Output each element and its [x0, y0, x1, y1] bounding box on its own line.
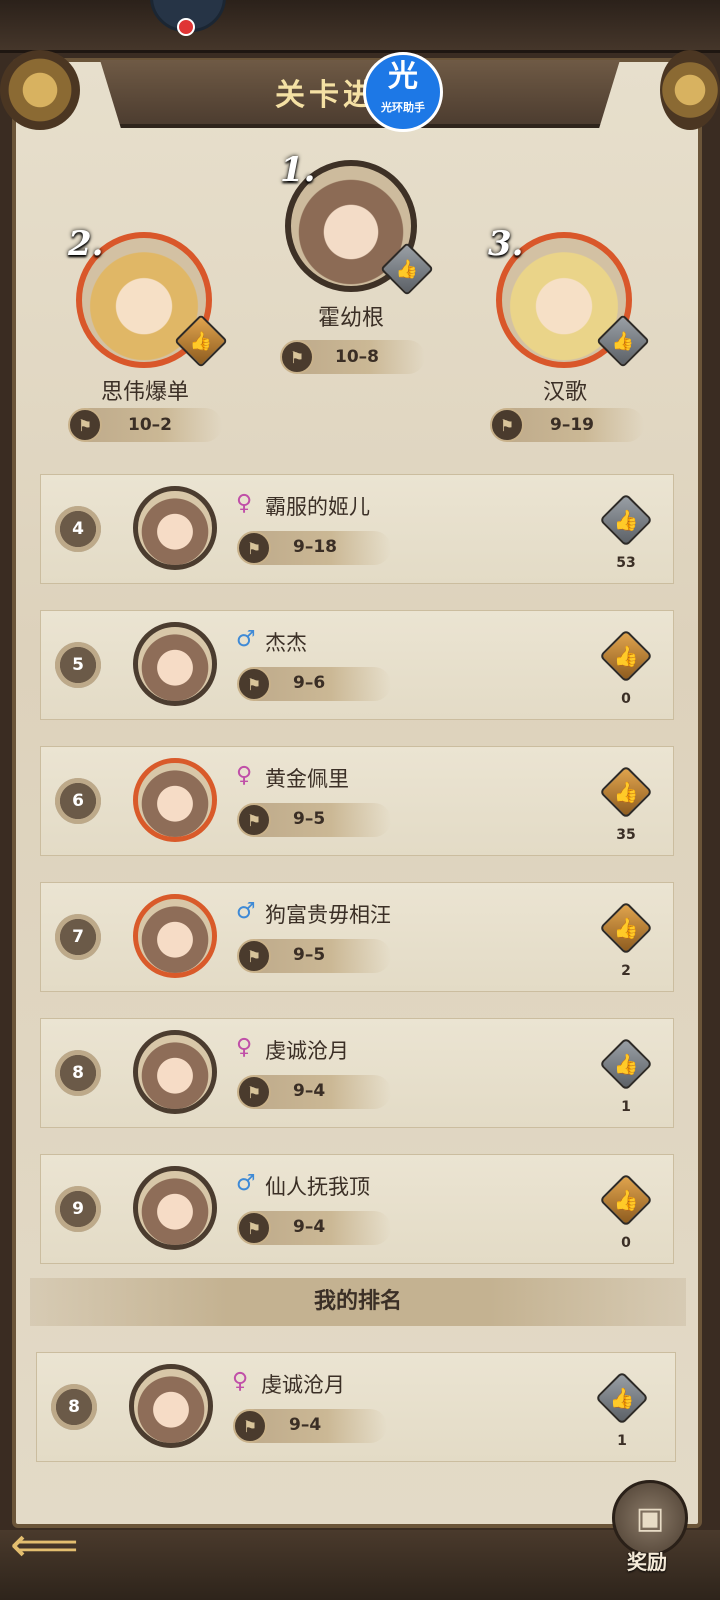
player-name: 虔诚沧月	[261, 1373, 345, 1397]
rank-badge: 8	[51, 1384, 97, 1430]
corner-ornament-right-icon	[660, 50, 720, 130]
gender-male-icon: ♂	[236, 1171, 256, 1196]
like-button[interactable]: 👍	[599, 765, 653, 819]
thumbs-up-icon: 👍	[609, 1386, 635, 1410]
avatar[interactable]	[133, 894, 217, 978]
table-row[interactable]: 7 ♂ 狗富贵毋相汪 ⚑ 9–5 👍 2	[40, 882, 674, 992]
like-count: 35	[616, 827, 636, 843]
table-row[interactable]: 8 ♀ 虔诚沧月 ⚑ 9–4 👍 1	[40, 1018, 674, 1128]
corner-ornament-left-icon	[0, 50, 80, 130]
watermark-big: 光	[388, 59, 418, 94]
thumbs-up-icon: 👍	[613, 780, 639, 804]
table-row[interactable]: 5 ♂ 杰杰 ⚑ 9–6 👍 0	[40, 610, 674, 720]
gender-female-icon: ♀	[236, 763, 253, 788]
flag-icon: ⚑	[68, 408, 102, 442]
player-name: 霸服的姬儿	[265, 495, 370, 519]
stage-value: 9–4	[289, 1415, 322, 1435]
flag-icon: ⚑	[237, 1075, 271, 1109]
player-name: 黄金佩里	[265, 767, 349, 791]
thumbs-up-icon: 👍	[613, 644, 639, 668]
like-button[interactable]: 👍	[599, 1037, 653, 1091]
stage-value: 9–5	[293, 809, 326, 829]
stage-value: 9–19	[550, 415, 594, 435]
stage-value: 9–4	[293, 1217, 326, 1237]
table-row[interactable]: 6 ♀ 黄金佩里 ⚑ 9–5 👍 35	[40, 746, 674, 856]
player-name: 仙人抚我顶	[265, 1175, 370, 1199]
flag-icon: ⚑	[280, 340, 314, 374]
flag-icon: ⚑	[490, 408, 524, 442]
gender-male-icon: ♂	[236, 627, 256, 652]
avatar[interactable]	[133, 1166, 217, 1250]
player-name: 虔诚沧月	[265, 1039, 349, 1063]
rank-badge: 8	[55, 1050, 101, 1096]
player-name: 霍幼根	[317, 306, 384, 331]
like-count: 0	[621, 1235, 631, 1251]
thumbs-up-icon: 👍	[613, 1052, 639, 1076]
stage-value: 9–6	[293, 673, 326, 693]
gender-female-icon: ♀	[236, 491, 253, 516]
rank-badge: 4	[55, 506, 101, 552]
stage-value: 10–8	[335, 347, 379, 367]
stage-value: 9–5	[293, 945, 326, 965]
stage-value: 10–2	[128, 415, 172, 435]
like-button[interactable]: 👍	[599, 493, 653, 547]
gender-female-icon: ♀	[236, 1035, 253, 1060]
like-count: 1	[621, 1099, 631, 1115]
player-name: 思伟爆单	[100, 380, 189, 405]
player-name: 汉歌	[542, 380, 587, 405]
thumbs-up-icon: 👍	[395, 258, 419, 280]
rank-badge: 6	[55, 778, 101, 824]
like-count: 1	[617, 1433, 627, 1449]
rank-badge: 9	[55, 1186, 101, 1232]
flag-icon: ⚑	[237, 939, 271, 973]
thumbs-up-icon: 👍	[189, 330, 213, 352]
reward-chest-icon: ▣	[635, 1500, 665, 1536]
thumbs-up-icon: 👍	[613, 1188, 639, 1212]
table-row[interactable]: 4 ♀ 霸服的姬儿 ⚑ 9–18 👍 53	[40, 474, 674, 584]
avatar[interactable]	[133, 622, 217, 706]
table-row[interactable]: 9 ♂ 仙人抚我顶 ⚑ 9–4 👍 0	[40, 1154, 674, 1264]
like-count: 0	[621, 691, 631, 707]
avatar[interactable]	[133, 758, 217, 842]
like-button[interactable]: 👍	[599, 1173, 653, 1227]
avatar[interactable]	[129, 1364, 213, 1448]
page-title: 关卡进度榜	[275, 78, 445, 113]
player-name: 杰杰	[265, 631, 307, 655]
flag-icon: ⚑	[237, 803, 271, 837]
avatar[interactable]	[133, 1030, 217, 1114]
like-count: 53	[616, 555, 636, 571]
rank-number: 3.	[488, 224, 524, 264]
like-button[interactable]: 👍	[595, 1371, 649, 1425]
thumbs-up-icon: 👍	[613, 508, 639, 532]
rank-badge: 7	[55, 914, 101, 960]
my-rank-row[interactable]: 8 ♀ 虔诚沧月 ⚑ 9–4 👍 1	[36, 1352, 676, 1462]
back-arrow-icon[interactable]: ⟸	[10, 1521, 110, 1569]
like-button[interactable]: 👍	[599, 629, 653, 683]
flag-icon: ⚑	[237, 1211, 271, 1245]
avatar[interactable]	[133, 486, 217, 570]
watermark-logo: 光 光环助手	[363, 52, 443, 132]
notification-dot-icon	[177, 18, 195, 36]
flag-icon: ⚑	[237, 667, 271, 701]
like-count: 2	[621, 963, 631, 979]
gender-male-icon: ♂	[236, 899, 256, 924]
thumbs-up-icon: 👍	[613, 916, 639, 940]
reward-button[interactable]: ▣	[612, 1480, 688, 1556]
watermark-small: 光环助手	[381, 101, 425, 114]
rank-badge: 5	[55, 642, 101, 688]
stage-value: 9–18	[293, 537, 337, 557]
gender-female-icon: ♀	[232, 1369, 249, 1394]
my-rank-header: 我的排名	[30, 1278, 686, 1326]
rank-number: 1.	[280, 150, 316, 190]
player-name: 狗富贵毋相汪	[265, 903, 391, 927]
rank-number: 2.	[68, 224, 104, 264]
top-bar	[0, 0, 720, 53]
like-button[interactable]: 👍	[599, 901, 653, 955]
flag-icon: ⚑	[233, 1409, 267, 1443]
reward-label[interactable]: 奖励	[612, 1546, 682, 1575]
thumbs-up-icon: 👍	[611, 330, 635, 352]
flag-icon: ⚑	[237, 531, 271, 565]
stage-value: 9–4	[293, 1081, 326, 1101]
